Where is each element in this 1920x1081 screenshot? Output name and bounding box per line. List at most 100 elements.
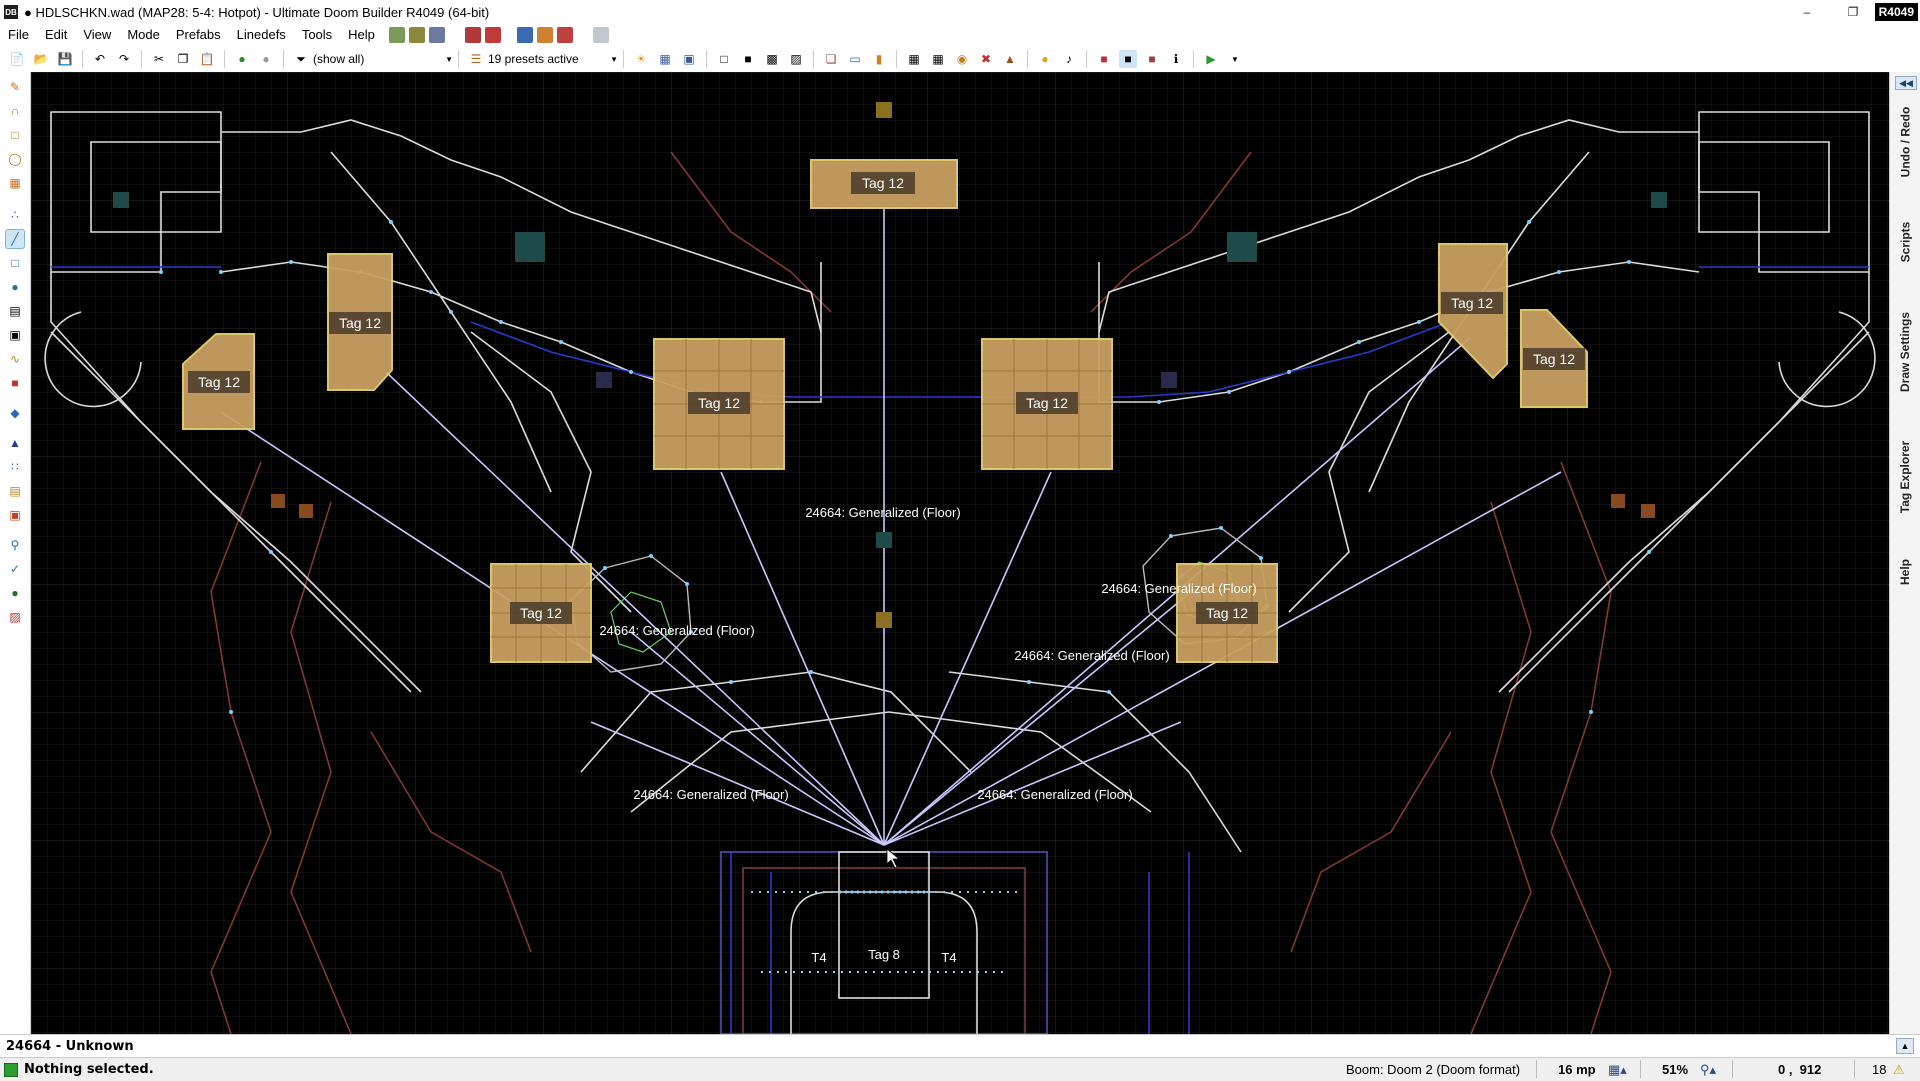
grid-size-label[interactable]: 16 mp [1558,1062,1596,1077]
zoom-icon[interactable]: ⚲▴ [1700,1062,1716,1078]
fog-render-icon[interactable]: ■ [1143,50,1161,68]
tab-tag-explorer[interactable]: Tag Explorer [1890,422,1920,532]
sound-propagation-icon[interactable]: ∿ [6,350,24,368]
play-icon[interactable]: ▶ [1202,50,1220,68]
view-floors-icon[interactable]: ▩ [763,50,781,68]
game-config-label[interactable]: Boom: Doom 2 (Doom format) [1346,1062,1520,1077]
menu-help[interactable]: Help [340,24,383,46]
view-brightness-icon[interactable]: ■ [739,50,757,68]
menu-edit[interactable]: Edit [37,24,75,46]
tab-help[interactable]: Help [1890,542,1920,602]
tab-label: Draw Settings [1898,311,1913,393]
test-map-icon[interactable] [464,27,481,43]
vertices-mode-icon[interactable]: ∴ [6,206,24,224]
chevron-down-icon[interactable]: ▼ [1226,50,1244,68]
warning-icon[interactable]: ⚠ [1893,1062,1905,1078]
sectors-mode-icon[interactable]: □ [6,254,24,272]
things-filter-value: (show all) [313,52,365,66]
insert-previous-prefab-icon[interactable]: ● [257,50,275,68]
restore-button[interactable]: ❐ [1830,0,1876,24]
thing-marker [876,612,892,628]
transform-icon[interactable]: ▣ [6,506,24,524]
save-map-icon[interactable]: 💾 [56,50,74,68]
menu-linedefs[interactable]: Linedefs [229,24,294,46]
test-map-from-view-icon[interactable] [484,27,501,43]
presets-dropdown[interactable]: 19 presets active ▼ [488,49,618,69]
make-sectors-icon[interactable]: ▤ [6,302,24,320]
prefab-icon[interactable] [536,27,553,43]
draw-curve-icon[interactable]: ∩ [6,102,24,120]
tab-scripts[interactable]: Scripts [1890,202,1920,282]
3d-floor-mode-icon[interactable]: ◆ [6,404,24,422]
cut-icon[interactable]: ✂ [150,50,168,68]
curve-linedefs-icon[interactable] [428,27,445,43]
model-render-icon[interactable]: ■ [1095,50,1113,68]
brightness-icon[interactable]: ☀ [632,50,650,68]
edit-selection-icon[interactable]: ▣ [6,326,24,344]
draw-rectangle-icon[interactable]: □ [6,126,24,144]
thing-marker [1641,504,1655,518]
new-map-icon[interactable]: 📄 [8,50,26,68]
menu-mode[interactable]: Mode [119,24,168,46]
replace-geometry-icon[interactable]: ▮ [870,50,888,68]
dock-collapse-button[interactable]: ◀◀ [1895,76,1917,90]
snap-to-grid-icon[interactable]: ▣ [680,50,698,68]
menu-tools[interactable]: Tools [294,24,340,46]
map-canvas[interactable]: Tag 12 Tag 12 Tag 12 Tag 12 Tag 12 Tag 1… [31,72,1889,1034]
color-picker-icon[interactable]: ▨ [6,608,24,626]
menu-file[interactable]: File [0,24,37,46]
linedefs-mode-icon[interactable]: ╱ [5,229,25,249]
draw-grid-icon[interactable]: ▦ [6,174,24,192]
map-analysis-icon[interactable]: ✓ [6,560,24,578]
menu-prefabs[interactable]: Prefabs [168,24,229,46]
align-textures-icon[interactable] [408,27,425,43]
paste-icon[interactable]: 📋 [198,50,216,68]
view-presets-icon[interactable]: ☰ [467,50,485,68]
grid-increase-icon[interactable]: ▦ [929,50,947,68]
light-bulb-icon[interactable]: ● [1036,50,1054,68]
stair-builder-icon[interactable]: ▤ [6,482,24,500]
things-filter-icon[interactable]: ⏷ [292,50,310,68]
bridge-mode-icon[interactable]: ∷ [6,458,24,476]
sound-icon[interactable]: ♪ [1060,50,1078,68]
view-normal-icon[interactable]: □ [715,50,733,68]
view-ceilings-icon[interactable]: ▨ [787,50,805,68]
draw-lines-icon[interactable]: ✎ [6,78,24,96]
flip-linedefs-icon[interactable] [388,27,405,43]
things-filter-dropdown[interactable]: (show all) ▼ [313,49,453,69]
things-mode-icon[interactable]: ● [6,278,24,296]
tab-draw-settings[interactable]: Draw Settings [1890,292,1920,412]
tag-icon[interactable] [592,27,609,43]
minimize-button[interactable]: – [1784,0,1830,24]
menu-quick-tools [388,27,609,43]
copy-icon[interactable]: ❐ [174,50,192,68]
slope-mode-icon[interactable]: ▲ [6,434,24,452]
skybox-render-icon[interactable]: ■ [1119,50,1137,68]
grid-size-icon[interactable]: ▦▴ [1608,1062,1627,1078]
texture-overlay-icon[interactable]: ▲ [1001,50,1019,68]
sector-gradient-icon[interactable]: ● [6,584,24,602]
zoom-label[interactable]: 51% [1662,1062,1688,1077]
grid-icon[interactable]: ▦ [656,50,674,68]
link-icon[interactable] [516,27,533,43]
warnings-count[interactable]: 18 [1872,1062,1886,1077]
action-label: 24664: Generalized (Floor) [1101,581,1256,596]
redo-icon[interactable]: ↷ [115,50,133,68]
grid-setup-icon[interactable]: ▦ [905,50,923,68]
draw-ellipse-icon[interactable]: ◯ [6,150,24,168]
flat-browser-icon[interactable]: ✖ [977,50,995,68]
insert-prefab-icon[interactable]: ● [233,50,251,68]
tab-undo-redo[interactable]: Undo / Redo [1890,92,1920,192]
find-replace-icon[interactable]: ⚲ [6,536,24,554]
script-icon[interactable] [556,27,573,43]
undo-icon[interactable]: ↶ [91,50,109,68]
info-icon[interactable]: ℹ [1167,50,1185,68]
menu-view[interactable]: View [75,24,119,46]
merge-geometry-icon[interactable]: ❏ [822,50,840,68]
texture-browser-icon[interactable]: ◉ [953,50,971,68]
open-map-icon[interactable]: 📂 [32,50,50,68]
expand-info-panel-button[interactable]: ▲ [1896,1038,1914,1054]
visual-mode-icon[interactable]: ■ [6,374,24,392]
action-label: 24664: Generalized (Floor) [977,787,1132,802]
split-geometry-icon[interactable]: ▭ [846,50,864,68]
